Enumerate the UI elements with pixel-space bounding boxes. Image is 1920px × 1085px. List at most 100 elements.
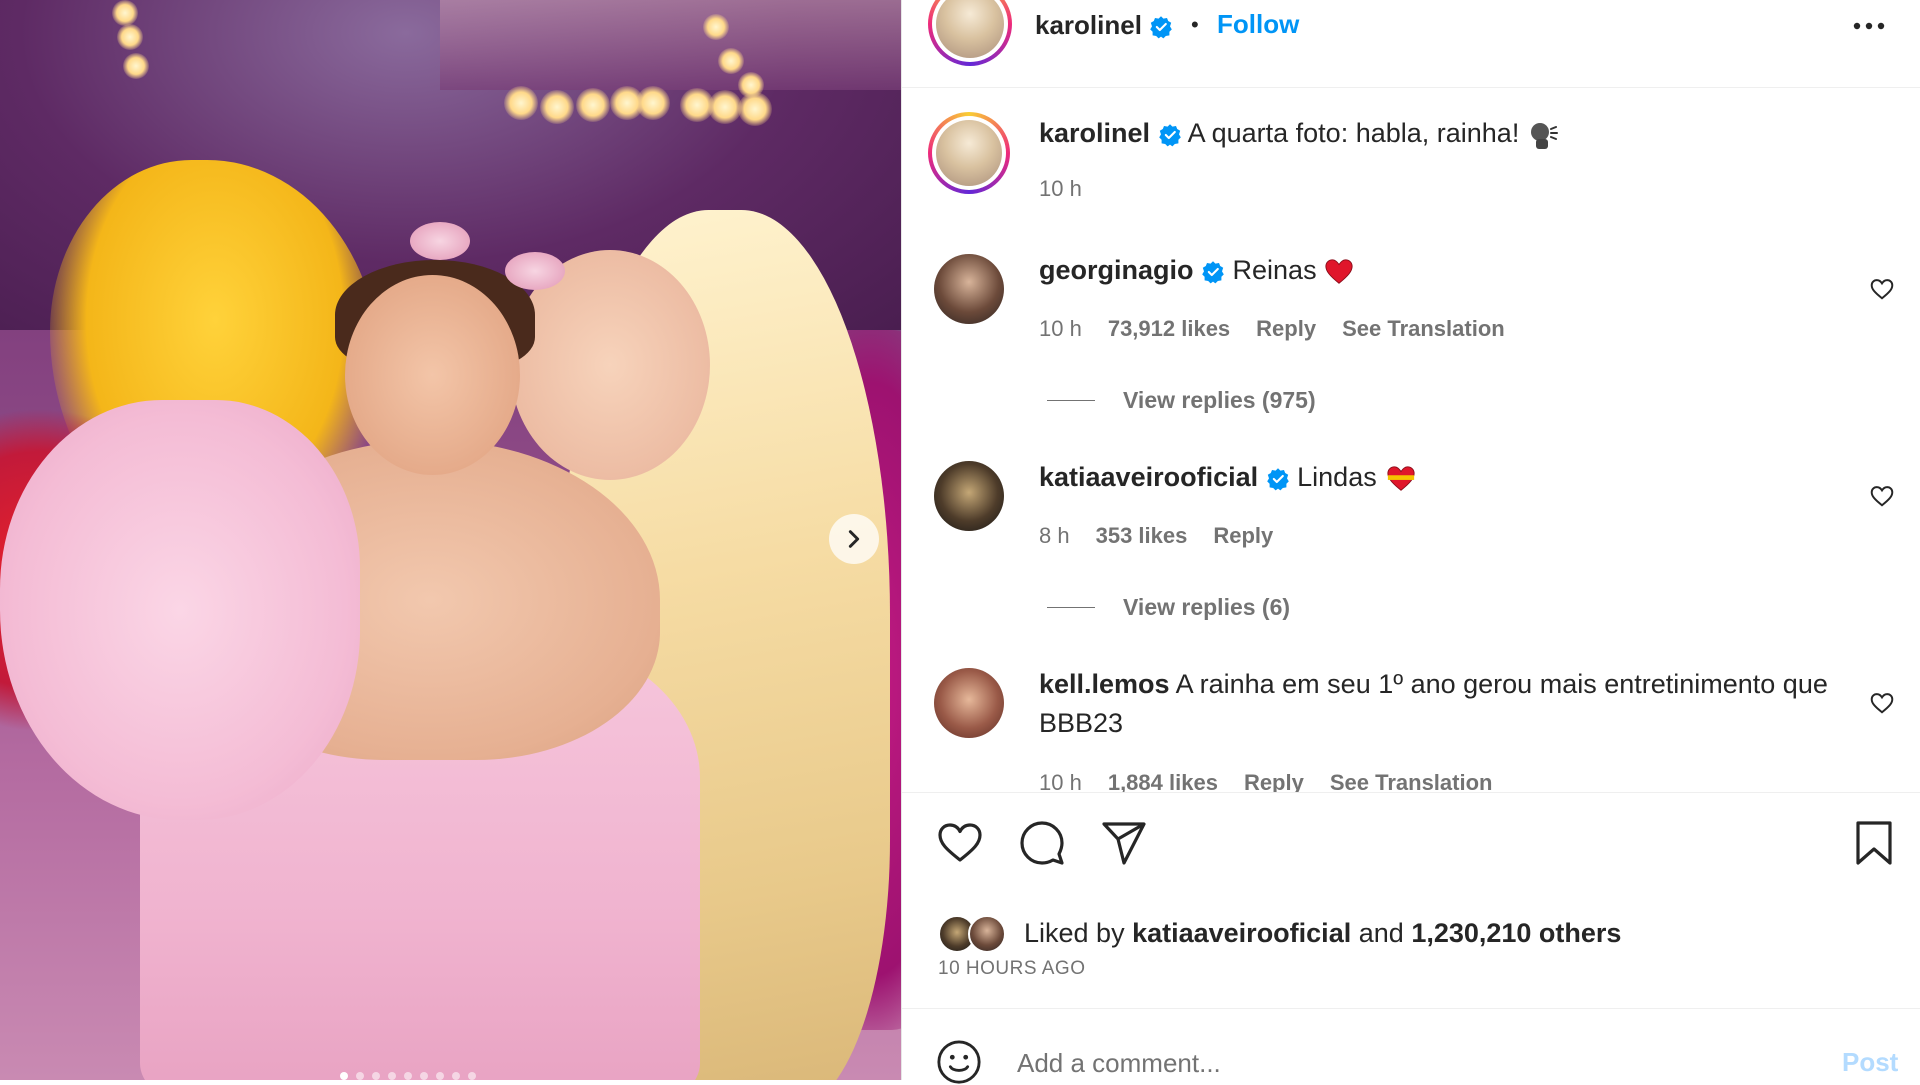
reply-button[interactable]: Reply bbox=[1256, 316, 1316, 342]
baby-face bbox=[345, 275, 520, 475]
commenter-avatar[interactable] bbox=[934, 254, 1004, 324]
share-icon[interactable] bbox=[1100, 819, 1148, 867]
avatar bbox=[968, 915, 1006, 953]
verified-badge-icon bbox=[1266, 468, 1289, 491]
string-light bbox=[738, 72, 764, 98]
liked-by-prefix: Liked by bbox=[1024, 917, 1125, 948]
caption-username[interactable]: karolinel bbox=[1039, 118, 1150, 148]
replies-line bbox=[1047, 607, 1095, 608]
string-light bbox=[540, 90, 574, 124]
comment-meta: 10 h 73,912 likes Reply See Translation bbox=[1039, 316, 1505, 342]
carousel-dot bbox=[372, 1072, 380, 1080]
comment-time: 8 h bbox=[1039, 523, 1070, 548]
chevron-right-icon bbox=[848, 530, 860, 548]
reply-button[interactable]: Reply bbox=[1213, 523, 1273, 549]
verified-badge-icon bbox=[1158, 124, 1181, 147]
commenter-avatar[interactable] bbox=[934, 668, 1004, 738]
string-light bbox=[708, 90, 742, 124]
bookmark-icon[interactable] bbox=[1850, 819, 1898, 867]
hair-bow bbox=[505, 252, 565, 290]
baby-dress bbox=[0, 400, 360, 820]
carousel-dot bbox=[340, 1072, 348, 1080]
avatar bbox=[936, 120, 1002, 186]
like-comment-heart-icon[interactable] bbox=[1869, 483, 1895, 509]
carousel-dot bbox=[356, 1072, 364, 1080]
caption-time: 10 h bbox=[1039, 176, 1082, 201]
more-options-icon[interactable] bbox=[1849, 6, 1889, 46]
caption-meta: 10 h bbox=[1039, 176, 1082, 202]
commenter-avatar[interactable] bbox=[934, 461, 1004, 531]
comment-likes[interactable]: 73,912 likes bbox=[1108, 316, 1230, 342]
comment-input[interactable] bbox=[1017, 1043, 1797, 1083]
hair-bow bbox=[410, 222, 470, 260]
liked-by-user[interactable]: katiaaveirooficial bbox=[1132, 918, 1351, 948]
heart-emoji-icon bbox=[1387, 466, 1415, 491]
speaking-head-emoji-icon bbox=[1530, 122, 1558, 149]
post-sidebar: karolinel • Follow karolinel A quarta fo… bbox=[901, 0, 1920, 1084]
carousel-dot bbox=[388, 1072, 396, 1080]
background-drape bbox=[440, 0, 901, 90]
caption-avatar[interactable] bbox=[928, 112, 1010, 194]
comment-body: Reinas bbox=[1232, 255, 1317, 285]
reply-button[interactable]: Reply bbox=[1244, 770, 1304, 792]
comment-text: katiaaveirooficial Lindas bbox=[1039, 458, 1418, 497]
owner-avatar[interactable] bbox=[928, 0, 1012, 66]
comment-likes[interactable]: 1,884 likes bbox=[1108, 770, 1218, 792]
liked-by-and: and bbox=[1358, 917, 1404, 948]
post-comment-button[interactable]: Post bbox=[1842, 1047, 1898, 1078]
string-light bbox=[112, 0, 138, 26]
heart-icon[interactable] bbox=[936, 819, 984, 867]
comment-text: georginagio Reinas bbox=[1039, 251, 1354, 290]
comment-time: 10 h bbox=[1039, 770, 1082, 792]
follow-button[interactable]: Follow bbox=[1217, 9, 1299, 40]
comment-text: kell.lemos A rainha em seu 1º ano gerou … bbox=[1039, 665, 1839, 743]
view-replies-button[interactable]: View replies (975) bbox=[1047, 387, 1316, 414]
owner-username[interactable]: karolinel bbox=[1035, 10, 1173, 41]
comment-username[interactable]: kell.lemos bbox=[1039, 669, 1170, 699]
verified-badge-icon bbox=[1150, 16, 1172, 39]
replies-line bbox=[1047, 400, 1095, 401]
liked-by-text: Liked by katiaaveirooficial and 1,230,21… bbox=[1024, 918, 1621, 949]
carousel-dot bbox=[468, 1072, 476, 1080]
carousel-indicator bbox=[340, 1072, 476, 1080]
carousel-dot bbox=[452, 1072, 460, 1080]
string-light bbox=[703, 14, 729, 40]
view-replies-label: View replies (6) bbox=[1123, 594, 1291, 620]
post-timestamp[interactable]: 10 HOURS AGO bbox=[938, 958, 1086, 980]
post-image[interactable] bbox=[0, 0, 901, 1080]
see-translation-button[interactable]: See Translation bbox=[1342, 316, 1505, 342]
see-translation-button[interactable]: See Translation bbox=[1330, 770, 1493, 792]
liked-by-avatars[interactable] bbox=[938, 911, 1018, 955]
comment-meta: 8 h 353 likes Reply bbox=[1039, 523, 1273, 549]
red-heart-emoji-icon bbox=[1325, 259, 1353, 284]
view-replies-button[interactable]: View replies (6) bbox=[1047, 594, 1290, 621]
comment-body: Lindas bbox=[1297, 462, 1377, 492]
string-light bbox=[636, 86, 670, 120]
comment-meta: 10 h 1,884 likes Reply See Translation bbox=[1039, 770, 1492, 792]
carousel-dot bbox=[436, 1072, 444, 1080]
comment-icon[interactable] bbox=[1018, 819, 1066, 867]
liked-by-others[interactable]: 1,230,210 others bbox=[1411, 918, 1621, 948]
string-light bbox=[123, 53, 149, 79]
carousel-dot bbox=[420, 1072, 428, 1080]
comments-list[interactable]: karolinel A quarta foto: habla, rainha! … bbox=[902, 88, 1920, 792]
string-light bbox=[504, 86, 538, 120]
header-separator: • bbox=[1191, 12, 1199, 37]
owner-username-text: karolinel bbox=[1035, 10, 1142, 40]
comment-time: 10 h bbox=[1039, 316, 1082, 341]
next-photo-button[interactable] bbox=[829, 514, 879, 564]
post-header: karolinel • Follow bbox=[902, 0, 1920, 88]
carousel-dot bbox=[404, 1072, 412, 1080]
string-light bbox=[117, 24, 143, 50]
likes-summary: Liked by katiaaveirooficial and 1,230,21… bbox=[938, 911, 1621, 955]
like-comment-heart-icon[interactable] bbox=[1869, 690, 1895, 716]
verified-badge-icon bbox=[1202, 261, 1224, 284]
caption-body: A quarta foto: habla, rainha! bbox=[1187, 118, 1520, 148]
like-comment-heart-icon[interactable] bbox=[1869, 276, 1895, 302]
emoji-icon[interactable] bbox=[936, 1039, 982, 1085]
string-light bbox=[718, 48, 744, 74]
string-light bbox=[576, 88, 610, 122]
comment-username[interactable]: katiaaveirooficial bbox=[1039, 462, 1258, 492]
comment-likes[interactable]: 353 likes bbox=[1096, 523, 1188, 549]
comment-username[interactable]: georginagio bbox=[1039, 255, 1194, 285]
